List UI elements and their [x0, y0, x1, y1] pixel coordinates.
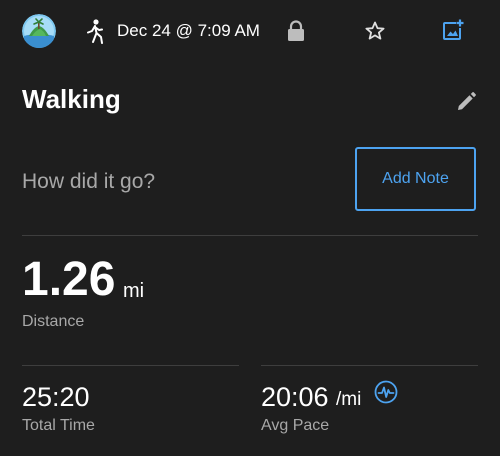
pencil-icon[interactable]: [455, 91, 477, 113]
activity-title: Walking: [22, 84, 121, 114]
avg-pace-label: Avg Pace: [261, 417, 330, 434]
add-note-button[interactable]: Add Note: [355, 147, 476, 211]
divider-right: [261, 365, 478, 366]
profile-avatar[interactable]: [22, 14, 56, 48]
note-prompt: How did it go?: [22, 170, 156, 193]
total-time-label: Total Time: [22, 417, 95, 434]
avatar-island-image: [22, 14, 56, 48]
star-outline-icon[interactable]: [363, 19, 387, 43]
distance-value: 1.26: [22, 253, 116, 306]
distance-unit: mi: [123, 280, 145, 302]
top-bar: Dec 24 @ 7:09 AM: [0, 0, 500, 62]
lock-icon[interactable]: [286, 20, 306, 42]
avg-pace-unit: /mi: [336, 389, 362, 410]
divider-top: [22, 235, 478, 236]
pulse-chart-icon[interactable]: [374, 380, 398, 404]
add-photo-icon[interactable]: [441, 18, 465, 42]
divider-left: [22, 365, 239, 366]
distance-label: Distance: [22, 313, 85, 330]
activity-date: Dec 24 @ 7:09 AM: [117, 21, 260, 40]
total-time-value: 25:20: [22, 382, 90, 412]
walking-person-icon: [84, 18, 106, 44]
avg-pace-value: 20:06: [261, 382, 329, 412]
